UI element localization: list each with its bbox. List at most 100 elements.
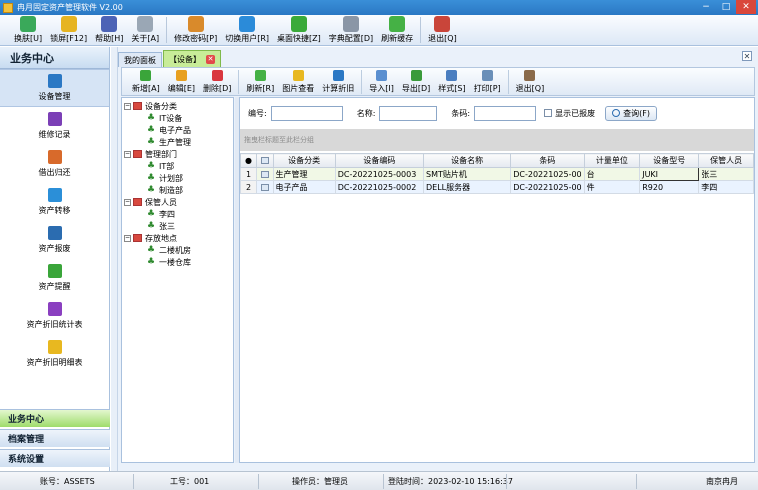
sidebar-group-settings[interactable]: 系统设置: [0, 449, 110, 467]
table-cell[interactable]: SMT贴片机: [422, 167, 512, 181]
table-cell[interactable]: 生产管理: [272, 167, 336, 181]
sidebar-item[interactable]: 资产折旧统计表: [0, 297, 109, 335]
name-input[interactable]: [379, 105, 438, 121]
tab-close-icon[interactable]: ✕: [206, 54, 215, 64]
toolbar-button[interactable]: 图片查看: [278, 68, 318, 94]
tree-leaf-node[interactable]: ♣ 李四: [146, 208, 175, 220]
borrow-return-icon: [47, 150, 62, 164]
sidebar-group-business[interactable]: 业务中心: [0, 409, 110, 427]
toolbar-button[interactable]: 退出[Q]: [512, 68, 549, 94]
tab-my-panel[interactable]: 我的面板: [118, 52, 162, 67]
sidebar-item[interactable]: 资产折旧明细表: [0, 335, 109, 373]
tree-leaf-node[interactable]: ♣ 张三: [146, 220, 175, 232]
toolbar-button[interactable]: 计算折旧: [318, 68, 358, 94]
toolbar-button[interactable]: 编辑[E]: [164, 68, 199, 94]
column-header[interactable]: 设备分类: [272, 153, 336, 168]
table-cell[interactable]: JUKI: [639, 167, 700, 181]
sidebar-item[interactable]: 资产报废: [0, 221, 109, 259]
barcode-input[interactable]: [474, 105, 537, 121]
toolbar-button-label: 删除[D]: [203, 84, 232, 93]
sidebar-item[interactable]: 设备管理: [0, 69, 109, 107]
column-header[interactable]: 设备型号: [639, 153, 700, 168]
tree-group-node[interactable]: − 保管人员: [124, 196, 177, 208]
toolbar-button[interactable]: 导入[I]: [365, 68, 398, 94]
main-toolbar-button[interactable]: 桌面快捷[Z]: [273, 15, 325, 44]
sidebar-group-archive[interactable]: 档案管理: [0, 429, 110, 447]
close-button[interactable]: ✕: [736, 0, 756, 14]
table-row[interactable]: 2 电子产品 DC-20221025-0002 DELL服务器 DC-20221025-…: [239, 180, 754, 194]
table-cell[interactable]: 张三: [698, 167, 754, 181]
maximize-button[interactable]: □: [716, 0, 736, 14]
tree-node-label: IT设备: [159, 113, 183, 123]
column-header[interactable]: 计量单位: [583, 153, 641, 168]
toolbar-button[interactable]: 打印[P]: [470, 68, 505, 94]
sidebar-item[interactable]: 资产提醒: [0, 259, 109, 297]
leaf-icon: ♣: [146, 245, 156, 255]
sidebar-splitter[interactable]: [111, 47, 118, 471]
main-toolbar-button[interactable]: 退出[Q]: [424, 15, 461, 44]
row-checkbox[interactable]: [256, 180, 274, 194]
main-toolbar-button[interactable]: 修改密码[P]: [170, 15, 221, 44]
column-header[interactable]: 设备编码: [334, 153, 425, 168]
main-toolbar-button[interactable]: 帮助[H]: [91, 15, 127, 44]
tree-node-label: 管理部门: [145, 149, 177, 159]
table-cell[interactable]: DELL服务器: [422, 180, 512, 194]
tree-leaf-node[interactable]: ♣ 电子产品: [146, 124, 191, 136]
toolbar-button[interactable]: 导出[D]: [398, 68, 434, 94]
folder-icon: [133, 102, 142, 110]
group-by-area[interactable]: 拖曳栏标题至此栏分组: [240, 129, 754, 151]
main-toolbar-button[interactable]: 关于[A]: [127, 15, 163, 44]
collapse-icon[interactable]: −: [124, 102, 131, 110]
collapse-icon[interactable]: −: [124, 198, 131, 206]
table-cell[interactable]: DC-20221025-0002: [334, 180, 425, 194]
table-cell[interactable]: 电子产品: [272, 180, 336, 194]
collapse-icon[interactable]: −: [124, 234, 131, 242]
query-button[interactable]: 查询(F): [605, 105, 657, 121]
tree-leaf-node[interactable]: ♣ 一楼仓库: [146, 256, 191, 268]
column-header[interactable]: 设备名称: [422, 153, 512, 168]
content-close-icon[interactable]: ✕: [742, 51, 752, 61]
table-cell[interactable]: 台: [583, 167, 641, 181]
sidebar-item[interactable]: 借出归还: [0, 145, 109, 183]
main-toolbar-button[interactable]: 换肤[U]: [10, 15, 46, 44]
table-cell[interactable]: DC-20221025-00: [510, 167, 585, 181]
main-toolbar-button[interactable]: 字典配置[D]: [325, 15, 377, 44]
main-toolbar-button[interactable]: 锁屏[F12]: [46, 15, 91, 44]
toolbar-button[interactable]: 删除[D]: [199, 68, 235, 94]
main-toolbar: 换肤[U] 锁屏[F12] 帮助[H] 关于[A] 修改密码[P] 切换用户[R] 桌面快捷…: [0, 15, 758, 46]
toolbar-button[interactable]: 刷新[R]: [242, 68, 278, 94]
table-cell[interactable]: R920: [639, 180, 700, 194]
main-toolbar-button[interactable]: 切换用户[R]: [221, 15, 273, 44]
tree-group-node[interactable]: − 存放地点: [124, 232, 177, 244]
toolbar-button[interactable]: 样式[S]: [434, 68, 469, 94]
tree-leaf-node[interactable]: ♣ IT设备: [146, 112, 182, 124]
show-scrapped-checkbox[interactable]: [544, 109, 553, 117]
toolbar-button-label: 计算折旧: [322, 84, 355, 93]
minimize-button[interactable]: −: [696, 0, 716, 14]
sidebar-item[interactable]: 维修记录: [0, 107, 109, 145]
column-header[interactable]: 保管人员: [698, 153, 754, 168]
table-cell[interactable]: DC-20221025-00: [510, 180, 585, 194]
tree-leaf-node[interactable]: ♣ 制造部: [146, 184, 183, 196]
toolbar-button-label: 新增[A]: [132, 84, 160, 93]
tree-leaf-node[interactable]: ♣ 生产管理: [146, 136, 191, 148]
sidebar-item[interactable]: 资产转移: [0, 183, 109, 221]
tree-leaf-node[interactable]: ♣ 二楼机房: [146, 244, 191, 256]
table-row[interactable]: 1 生产管理 DC-20221025-0003 SMT贴片机 DC-20221025-0…: [239, 167, 754, 181]
table-cell[interactable]: DC-20221025-0003: [334, 167, 425, 181]
tab-device[interactable]: 【设备】 ✕: [163, 50, 221, 67]
code-input[interactable]: [270, 105, 343, 121]
tree-group-node[interactable]: − 管理部门: [124, 148, 177, 160]
row-checkbox[interactable]: [256, 167, 274, 181]
main-toolbar-button[interactable]: 刷新缓存: [377, 15, 417, 44]
column-header[interactable]: 条码: [510, 153, 585, 168]
tree-group-node[interactable]: − 设备分类: [124, 100, 177, 112]
collapse-icon[interactable]: −: [124, 150, 131, 158]
toolbar-button[interactable]: 新增[A]: [128, 68, 164, 94]
select-all-checkbox[interactable]: [256, 153, 274, 168]
table-cell[interactable]: 李四: [698, 180, 754, 194]
table-cell[interactable]: 件: [583, 180, 641, 194]
status-login-time: 登陆时间：2023-02-10 15:16:37: [388, 477, 513, 486]
tree-leaf-node[interactable]: ♣ 计划部: [146, 172, 183, 184]
tree-leaf-node[interactable]: ♣ IT部: [146, 160, 174, 172]
